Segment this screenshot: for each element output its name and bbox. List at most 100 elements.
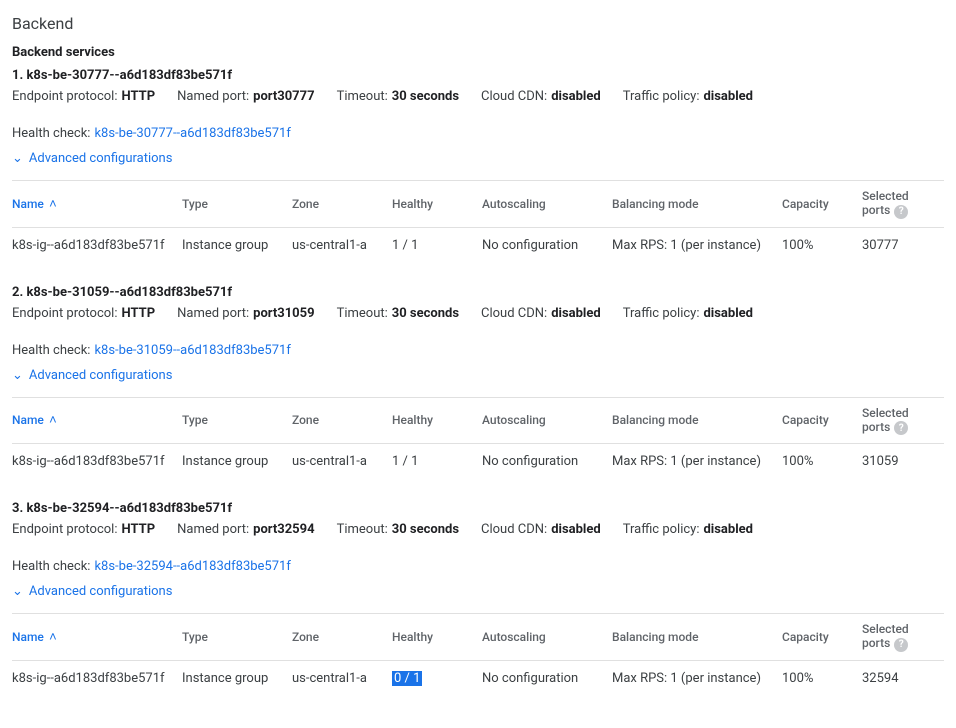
page-title: Backend <box>12 14 944 33</box>
table-row: k8s-ig--a6d183df83be571f Instance group … <box>12 660 944 696</box>
chevron-down-icon: ⌄ <box>12 585 23 598</box>
timeout-value: 30 seconds <box>392 522 459 537</box>
cloud-cdn-label: Cloud CDN: <box>481 306 547 321</box>
advanced-configurations-toggle[interactable]: ⌄ Advanced configurations <box>12 584 172 599</box>
cell-healthy: 1 / 1 <box>392 227 482 263</box>
column-header-name[interactable]: Name ˄ <box>12 614 182 661</box>
cloud-cdn-value: disabled <box>551 306 601 321</box>
cell-capacity: 100% <box>782 444 862 480</box>
backend-services-heading: Backend services <box>12 45 944 60</box>
health-check-label: Health check: <box>12 559 90 574</box>
help-icon[interactable]: ? <box>894 421 908 435</box>
column-header-zone[interactable]: Zone <box>292 181 392 228</box>
timeout-label: Timeout: <box>337 89 388 104</box>
column-header-autoscaling[interactable]: Autoscaling <box>482 614 612 661</box>
column-header-balancing[interactable]: Balancing mode <box>612 397 782 444</box>
traffic-policy-value: disabled <box>703 89 753 104</box>
help-icon[interactable]: ? <box>894 205 908 219</box>
sort-asc-icon: ˄ <box>46 413 57 428</box>
cell-zone: us-central1-a <box>292 660 392 696</box>
column-header-autoscaling[interactable]: Autoscaling <box>482 181 612 228</box>
traffic-policy-label: Traffic policy: <box>623 522 700 537</box>
health-check-link[interactable]: k8s-be-32594--a6d183df83be571f <box>94 559 290 574</box>
column-header-type[interactable]: Type <box>182 181 292 228</box>
column-header-name[interactable]: Name ˄ <box>12 397 182 444</box>
column-header-zone[interactable]: Zone <box>292 397 392 444</box>
help-icon[interactable]: ? <box>894 638 908 652</box>
cell-balancing: Max RPS: 1 (per instance) <box>612 444 782 480</box>
cell-balancing: Max RPS: 1 (per instance) <box>612 227 782 263</box>
health-check-label: Health check: <box>12 343 90 358</box>
service-heading: 2. k8s-be-31059--a6d183df83be571f <box>12 285 944 300</box>
column-header-healthy[interactable]: Healthy <box>392 397 482 444</box>
timeout-label: Timeout: <box>337 522 388 537</box>
cell-healthy: 1 / 1 <box>392 444 482 480</box>
column-header-healthy[interactable]: Healthy <box>392 181 482 228</box>
traffic-policy-value: disabled <box>703 522 753 537</box>
cell-capacity: 100% <box>782 660 862 696</box>
cell-healthy: 0 / 1 <box>392 660 482 696</box>
health-check-link[interactable]: k8s-be-31059--a6d183df83be571f <box>94 343 290 358</box>
cell-capacity: 100% <box>782 227 862 263</box>
cell-zone: us-central1-a <box>292 444 392 480</box>
cell-ports: 30777 <box>862 227 944 263</box>
column-header-zone[interactable]: Zone <box>292 614 392 661</box>
chevron-down-icon: ⌄ <box>12 152 23 165</box>
service-properties: Endpoint protocol: HTTP Named port: port… <box>12 306 944 358</box>
cell-name: k8s-ig--a6d183df83be571f <box>12 227 182 263</box>
cell-type: Instance group <box>182 227 292 263</box>
column-header-balancing[interactable]: Balancing mode <box>612 614 782 661</box>
named-port-label: Named port: <box>177 89 249 104</box>
endpoint-protocol-label: Endpoint protocol: <box>12 89 118 104</box>
advanced-configurations-toggle[interactable]: ⌄ Advanced configurations <box>12 368 172 383</box>
service-properties: Endpoint protocol: HTTP Named port: port… <box>12 522 944 574</box>
traffic-policy-label: Traffic policy: <box>623 89 700 104</box>
endpoint-protocol-value: HTTP <box>122 522 156 537</box>
timeout-value: 30 seconds <box>392 306 459 321</box>
advanced-configurations-label: Advanced configurations <box>29 151 173 166</box>
service-properties: Endpoint protocol: HTTP Named port: port… <box>12 89 944 141</box>
named-port-label: Named port: <box>177 306 249 321</box>
cloud-cdn-value: disabled <box>551 89 601 104</box>
column-header-healthy[interactable]: Healthy <box>392 614 482 661</box>
named-port-value: port32594 <box>253 522 314 537</box>
cell-name: k8s-ig--a6d183df83be571f <box>12 660 182 696</box>
column-header-ports[interactable]: Selected ports? <box>862 181 944 228</box>
timeout-label: Timeout: <box>337 306 388 321</box>
column-header-ports[interactable]: Selected ports? <box>862 614 944 661</box>
chevron-down-icon: ⌄ <box>12 369 23 382</box>
endpoint-protocol-value: HTTP <box>122 89 156 104</box>
endpoint-protocol-label: Endpoint protocol: <box>12 306 118 321</box>
health-check-label: Health check: <box>12 126 90 141</box>
column-header-autoscaling[interactable]: Autoscaling <box>482 397 612 444</box>
advanced-configurations-label: Advanced configurations <box>29 368 173 383</box>
column-header-type[interactable]: Type <box>182 397 292 444</box>
table-row: k8s-ig--a6d183df83be571f Instance group … <box>12 227 944 263</box>
cell-zone: us-central1-a <box>292 227 392 263</box>
column-header-ports[interactable]: Selected ports? <box>862 397 944 444</box>
column-header-capacity[interactable]: Capacity <box>782 614 862 661</box>
health-check-link[interactable]: k8s-be-30777--a6d183df83be571f <box>94 126 290 141</box>
service-heading: 3. k8s-be-32594--a6d183df83be571f <box>12 501 944 516</box>
column-header-capacity[interactable]: Capacity <box>782 181 862 228</box>
endpoint-protocol-label: Endpoint protocol: <box>12 522 118 537</box>
sort-asc-icon: ˄ <box>46 630 57 645</box>
traffic-policy-label: Traffic policy: <box>623 306 700 321</box>
column-header-capacity[interactable]: Capacity <box>782 397 862 444</box>
column-header-balancing[interactable]: Balancing mode <box>612 181 782 228</box>
named-port-value: port30777 <box>253 89 314 104</box>
column-header-name[interactable]: Name ˄ <box>12 181 182 228</box>
traffic-policy-value: disabled <box>703 306 753 321</box>
advanced-configurations-toggle[interactable]: ⌄ Advanced configurations <box>12 151 172 166</box>
sort-asc-icon: ˄ <box>46 197 57 212</box>
cell-ports: 31059 <box>862 444 944 480</box>
cell-name: k8s-ig--a6d183df83be571f <box>12 444 182 480</box>
cell-ports: 32594 <box>862 660 944 696</box>
column-header-type[interactable]: Type <box>182 614 292 661</box>
cell-autoscaling: No configuration <box>482 227 612 263</box>
cell-autoscaling: No configuration <box>482 444 612 480</box>
timeout-value: 30 seconds <box>392 89 459 104</box>
cloud-cdn-label: Cloud CDN: <box>481 89 547 104</box>
cell-autoscaling: No configuration <box>482 660 612 696</box>
cell-type: Instance group <box>182 660 292 696</box>
